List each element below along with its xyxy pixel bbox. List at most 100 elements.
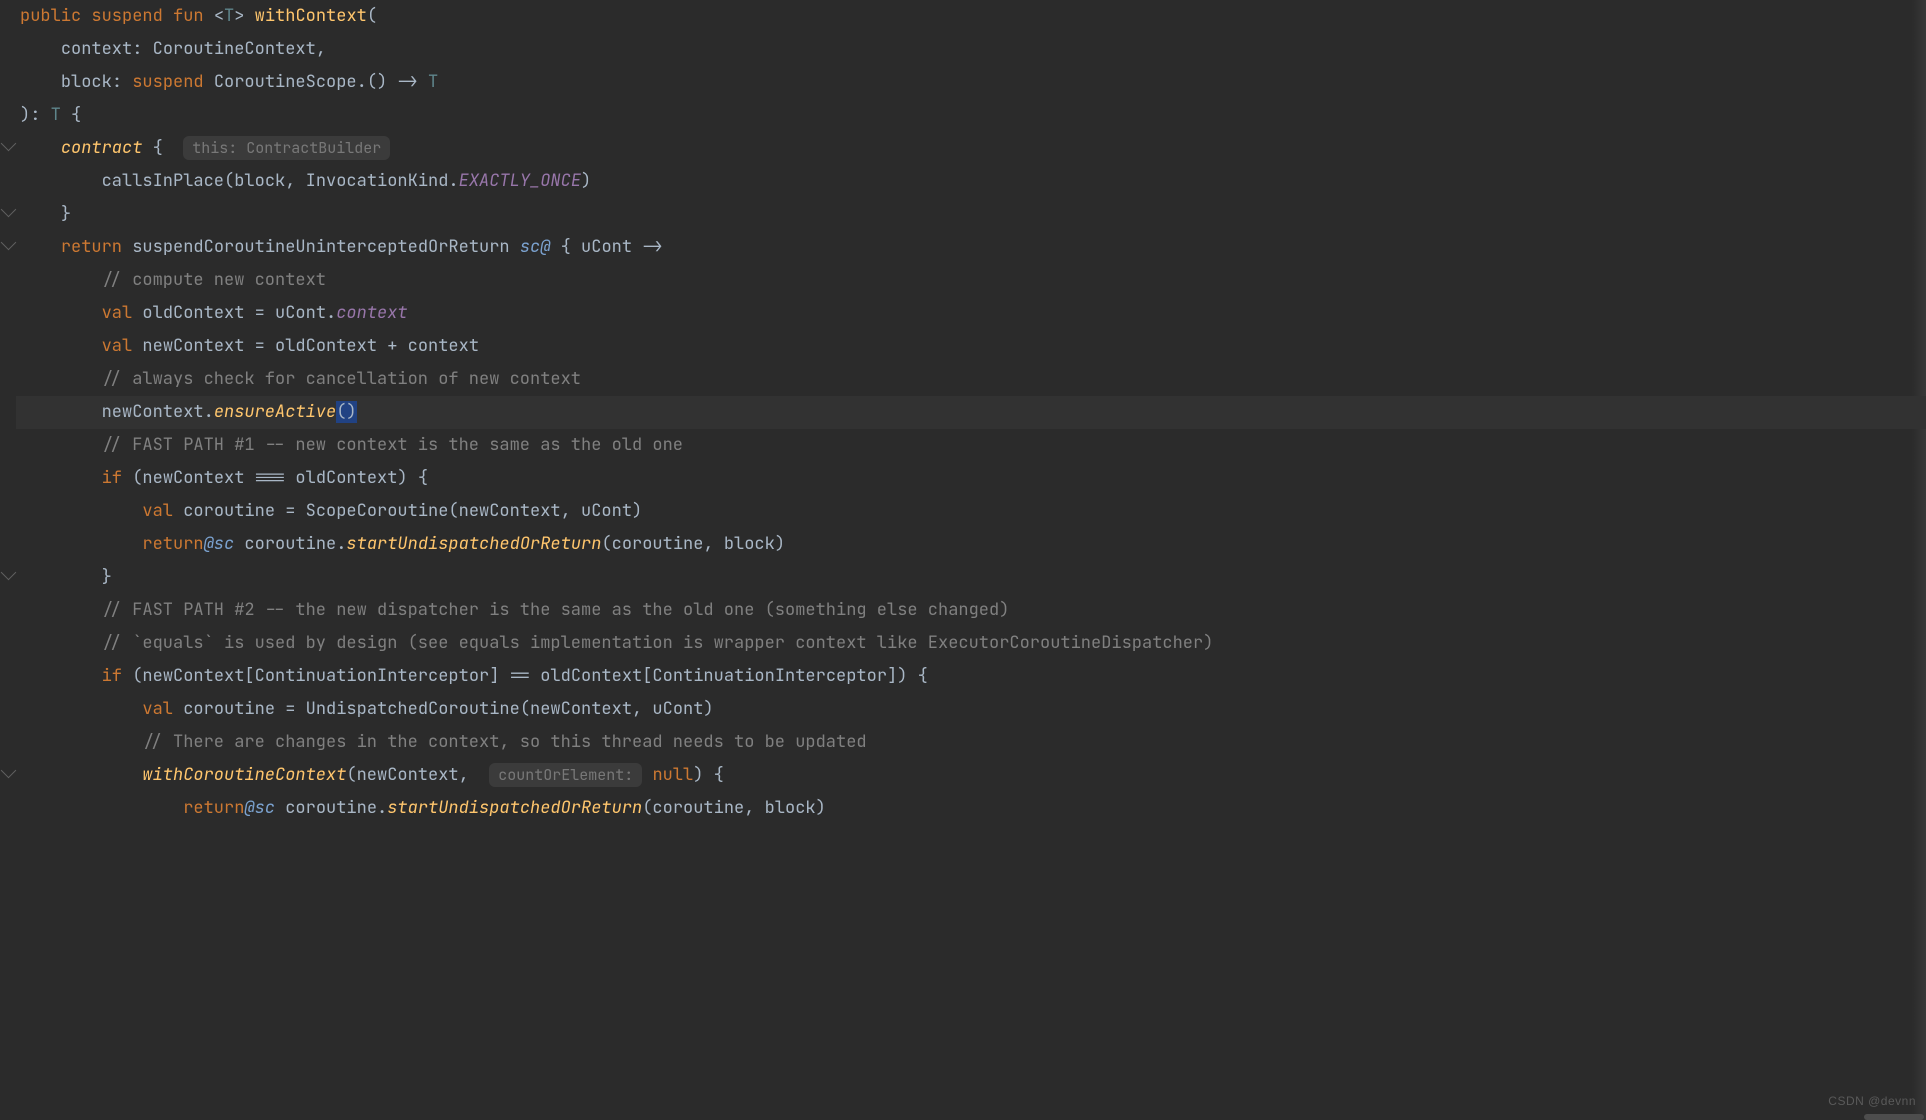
inlay-hint: countOrElement: [489,763,642,787]
code-line-highlighted[interactable]: newContext.ensureActive() [16,396,1926,429]
fn-call: callsInPlace [102,170,224,192]
code-line[interactable]: ): T { [16,99,1926,132]
keyword: if [102,665,122,687]
fn-call: startUndispatchedOrReturn [387,797,642,819]
selection: () [336,401,356,423]
ref: coroutine. [234,533,346,555]
inlay-hint: this: ContractBuilder [183,136,390,160]
punct: , [316,38,326,60]
keyword: val [142,698,173,720]
watermark: CSDN @devnn [1828,1085,1916,1118]
fold-indicator-icon[interactable] [1,763,17,779]
cond: (newContext === oldContext) { [122,467,428,489]
enum-const: EXACTLY_ONCE [459,170,581,192]
op: = [244,302,275,324]
code-line[interactable]: // `equals` is used by design (see equal… [16,627,1926,660]
code-line[interactable]: return suspendCoroutineUninterceptedOrRe… [16,231,1926,264]
expr: = UndispatchedCoroutine(newContext, uCon… [275,698,714,720]
code-line[interactable]: val newContext = oldContext + context [16,330,1926,363]
punct: { [550,236,581,258]
code-line[interactable]: public suspend fun <T> withContext( [16,0,1926,33]
punct: < [214,5,224,27]
code-line[interactable]: // There are changes in the context, so … [16,726,1926,759]
punct: : [112,71,132,93]
ref: coroutine. [275,797,387,819]
keyword: null [652,764,693,786]
var: coroutine [183,500,275,522]
fold-indicator-icon[interactable] [1,235,17,251]
keyword: if [102,467,122,489]
code-line[interactable]: context: CoroutineContext, [16,33,1926,66]
code-line[interactable]: val coroutine = UndispatchedCoroutine(ne… [16,693,1926,726]
fn-call: startUndispatchedOrReturn [346,533,601,555]
punct: ): [20,104,51,126]
expr: = ScopeCoroutine(newContext, uCont) [275,500,642,522]
args: (block, [224,170,306,192]
comment: // always check for cancellation of new … [102,368,581,390]
comment: // There are changes in the context, so … [142,731,866,753]
code-line[interactable]: return@sc coroutine.startUndispatchedOrR… [16,792,1926,825]
code-line[interactable]: withCoroutineContext(newContext, countOr… [16,759,1926,792]
code-line[interactable]: if (newContext === oldContext) { [16,462,1926,495]
code-line[interactable]: // compute new context [16,264,1926,297]
param: uCont [581,236,632,258]
punct: ) [581,170,591,192]
var: newContext [142,335,244,357]
expr: = oldContext + context [244,335,479,357]
code-editor[interactable]: public suspend fun <T> withContext( cont… [0,0,1926,1120]
label: @sc [204,533,235,555]
keyword: val [142,500,173,522]
fold-gutter[interactable] [0,0,16,1120]
fn-call: ensureActive [214,401,336,423]
code-line[interactable]: // FAST PATH #2 -- the new dispatcher is… [16,594,1926,627]
comment: // FAST PATH #1 -- new context is the sa… [102,434,683,456]
type-param: T [224,5,234,27]
type: CoroutineScope [214,71,357,93]
code-line[interactable]: callsInPlace(block, InvocationKind.EXACT… [16,165,1926,198]
property: context [336,302,407,324]
var: oldContext [142,302,244,324]
fn-call: suspendCoroutineUninterceptedOrReturn [132,236,509,258]
code-line[interactable]: if (newContext[ContinuationInterceptor] … [16,660,1926,693]
ref: uCont. [275,302,336,324]
comment: // `equals` is used by design (see equal… [102,632,1214,654]
code-area[interactable]: public suspend fun <T> withContext( cont… [16,0,1926,825]
label: sc@ [520,236,551,258]
code-line[interactable]: val oldContext = uCont.context [16,297,1926,330]
keyword: public [20,5,81,27]
keyword: val [102,302,133,324]
punct: .() -> [357,71,428,93]
comment: // FAST PATH #2 -- the new dispatcher is… [102,599,1010,621]
type-param: T [51,104,61,126]
contract-call: contract [61,137,143,159]
code-line[interactable]: contract { this: ContractBuilder [16,132,1926,165]
var: coroutine [183,698,275,720]
keyword: return [61,236,122,258]
punct: { [61,104,81,126]
code-line[interactable]: val coroutine = ScopeCoroutine(newContex… [16,495,1926,528]
fold-indicator-icon[interactable] [1,202,17,218]
keyword: return [142,533,203,555]
code-line[interactable]: // FAST PATH #1 -- new context is the sa… [16,429,1926,462]
fold-indicator-icon[interactable] [1,136,17,152]
code-line[interactable]: } [16,561,1926,594]
function-name: withContext [255,5,367,27]
keyword: suspend [91,5,162,27]
keyword: fun [173,5,204,27]
punct: ( [367,5,377,27]
cond: (newContext[ContinuationInterceptor] == … [122,665,928,687]
type-param: T [428,71,438,93]
fold-indicator-icon[interactable] [1,565,17,581]
class-ref: InvocationKind. [306,170,459,192]
comment: // compute new context [102,269,326,291]
keyword: suspend [132,71,203,93]
code-line[interactable]: block: suspend CoroutineScope.() -> T [16,66,1926,99]
punct: > [234,5,244,27]
code-line[interactable]: } [16,198,1926,231]
punct: { [142,137,162,159]
code-line[interactable]: // always check for cancellation of new … [16,363,1926,396]
code-line[interactable]: return@sc coroutine.startUndispatchedOrR… [16,528,1926,561]
brace: } [61,203,71,225]
param: context [61,38,132,60]
label: @sc [244,797,275,819]
